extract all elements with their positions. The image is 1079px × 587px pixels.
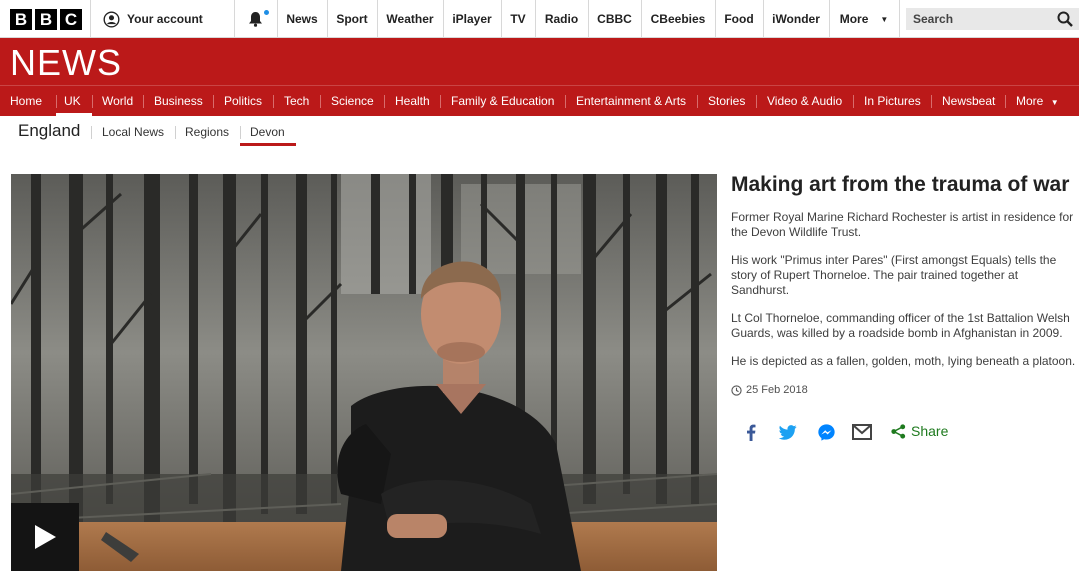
bbc-logo[interactable]: B B C — [10, 9, 82, 30]
story-paragraph: He is depicted as a fallen, golden, moth… — [731, 354, 1076, 368]
story-date: 25 Feb 2018 — [731, 384, 808, 396]
caret-down-icon: ▼ — [1050, 98, 1059, 107]
nav-tech[interactable]: Tech — [284, 86, 309, 116]
share-icon — [891, 423, 906, 439]
bbc-logo-block: C — [60, 9, 82, 30]
top-nav-food[interactable]: Food — [715, 0, 763, 38]
subnav-local-news[interactable]: Local News — [102, 125, 164, 139]
story-headline: Making art from the trauma of war — [731, 173, 1070, 196]
notifications-button[interactable] — [234, 0, 277, 38]
facebook-share-button[interactable] — [741, 422, 761, 442]
divider — [384, 95, 385, 108]
section-title[interactable]: England — [18, 121, 80, 141]
notification-dot — [264, 10, 269, 15]
story-paragraph: His work "Primus inter Pares" (First amo… — [731, 253, 1057, 297]
divider — [320, 95, 321, 108]
top-nav-news[interactable]: News — [277, 0, 327, 38]
divider — [899, 0, 900, 38]
user-icon — [103, 11, 120, 27]
divider — [853, 95, 854, 108]
top-nav-iplayer[interactable]: iPlayer — [443, 0, 501, 38]
date-text: 25 Feb 2018 — [746, 384, 808, 396]
top-nav-iwonder[interactable]: iWonder — [763, 0, 829, 38]
news-logo[interactable]: NEWS — [10, 42, 122, 84]
email-icon — [852, 424, 872, 440]
search-placeholder: Search — [913, 12, 954, 26]
top-nav-cbeebies[interactable]: CBeebies — [641, 0, 715, 38]
top-nav-tv[interactable]: TV — [501, 0, 535, 38]
more-label: More — [839, 12, 869, 26]
story-paragraph: Lt Col Thorneloe, commanding officer of … — [731, 311, 1070, 340]
search-icon[interactable] — [1057, 11, 1073, 27]
top-nav-sport[interactable]: Sport — [327, 0, 377, 38]
nav-uk[interactable]: UK — [64, 86, 81, 116]
play-icon — [35, 525, 56, 549]
divider — [440, 95, 441, 108]
facebook-icon — [747, 424, 756, 441]
subnav-devon[interactable]: Devon — [250, 125, 285, 139]
nav-in-pictures[interactable]: In Pictures — [864, 86, 921, 116]
video-still-image — [11, 174, 717, 571]
top-nav-cbbc[interactable]: CBBC — [588, 0, 641, 38]
play-button[interactable] — [11, 503, 79, 571]
divider — [756, 95, 757, 108]
divider — [697, 95, 698, 108]
account-link[interactable]: Your account — [91, 0, 234, 38]
story-paragraph: Former Royal Marine Richard Rochester is… — [731, 210, 1074, 239]
bbc-logo-block: B — [35, 9, 57, 30]
divider — [143, 95, 144, 108]
nav-more-label: More — [1016, 94, 1044, 108]
divider — [92, 95, 93, 108]
bbc-top-bar: B B C Your account News Sport Weather iP… — [0, 0, 1079, 38]
twitter-icon — [779, 424, 797, 440]
share-label: Share — [911, 423, 949, 439]
divider — [273, 95, 274, 108]
video-player[interactable] — [11, 174, 717, 571]
divider — [240, 126, 241, 139]
bell-icon — [249, 12, 262, 27]
news-header: NEWS Home UK World Business Politics Tec… — [0, 38, 1079, 117]
divider — [1005, 95, 1006, 108]
nav-family-education[interactable]: Family & Education — [451, 86, 554, 116]
top-nav-more[interactable]: More ▼ — [829, 0, 899, 38]
messenger-share-button[interactable] — [816, 422, 836, 442]
nav-more[interactable]: More ▼ — [1016, 86, 1059, 116]
active-subnav-indicator — [240, 143, 296, 146]
divider — [565, 95, 566, 108]
nav-stories[interactable]: Stories — [708, 86, 745, 116]
nav-business[interactable]: Business — [154, 86, 203, 116]
divider — [175, 126, 176, 139]
story-body: Making art from the trauma of war Former… — [731, 172, 1076, 382]
nav-entertainment-arts[interactable]: Entertainment & Arts — [576, 86, 686, 116]
subnav-regions[interactable]: Regions — [185, 125, 229, 139]
divider — [213, 95, 214, 108]
nav-newsbeat[interactable]: Newsbeat — [942, 86, 995, 116]
messenger-icon — [817, 423, 835, 441]
email-share-button[interactable] — [852, 422, 872, 442]
nav-video-audio[interactable]: Video & Audio — [767, 86, 842, 116]
divider — [56, 95, 57, 108]
top-nav-weather[interactable]: Weather — [377, 0, 443, 38]
nav-world[interactable]: World — [102, 86, 133, 116]
search-input[interactable]: Search — [906, 8, 1079, 30]
clock-icon — [731, 384, 742, 396]
section-subnav: England Local News Regions Devon — [0, 116, 1079, 148]
bbc-logo-block: B — [10, 9, 32, 30]
share-button[interactable]: Share — [891, 423, 948, 439]
nav-home[interactable]: Home — [10, 86, 42, 116]
top-nav-radio[interactable]: Radio — [535, 0, 588, 38]
caret-down-icon: ▼ — [880, 14, 889, 24]
nav-health[interactable]: Health — [395, 86, 430, 116]
divider — [931, 95, 932, 108]
news-nav: Home UK World Business Politics Tech Sci… — [0, 85, 1079, 117]
divider — [91, 126, 92, 139]
account-label: Your account — [127, 12, 203, 26]
nav-politics[interactable]: Politics — [224, 86, 262, 116]
twitter-share-button[interactable] — [778, 422, 798, 442]
nav-science[interactable]: Science — [331, 86, 374, 116]
